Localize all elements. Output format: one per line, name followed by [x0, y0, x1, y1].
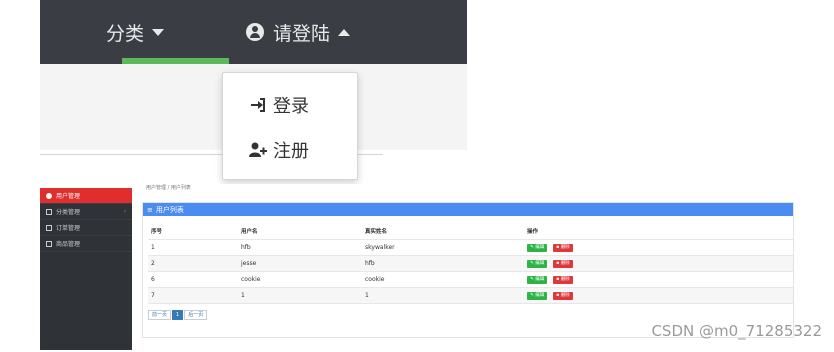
delete-button[interactable]: ▪ 删除	[553, 259, 573, 268]
cell-realname: hfb	[362, 255, 524, 272]
table-row: 6 cookie cookie ✎ 编辑 ▪ 删除	[148, 271, 793, 288]
table-row: 7 1 1 ✎ 编辑 ▪ 删除	[148, 287, 793, 304]
page-number-button[interactable]: 1	[172, 310, 184, 320]
sidebar-item-users[interactable]: 用户管理	[40, 188, 132, 204]
user-plus-icon	[249, 142, 267, 157]
nav-login-menu[interactable]: 请登陆	[246, 0, 351, 64]
panel-title: 用户列表	[155, 205, 184, 214]
caret-down-icon	[152, 28, 165, 36]
cell-actions: ✎ 编辑 ▪ 删除	[524, 287, 793, 304]
top-navbar: 分类 请登陆	[40, 0, 467, 64]
sidebar-item-label: 分类管理	[56, 209, 81, 216]
edit-label: 编辑	[535, 292, 545, 298]
delete-button[interactable]: ▪ 删除	[553, 243, 573, 252]
edit-button[interactable]: ✎ 编辑	[527, 243, 548, 252]
user-circle-icon	[46, 192, 52, 199]
cell-username: hfb	[238, 239, 362, 256]
cell-id: 1	[148, 239, 238, 256]
cell-realname: 1	[362, 287, 524, 304]
edit-button[interactable]: ✎ 编辑	[527, 275, 548, 284]
cell-username: 1	[238, 287, 362, 304]
user-list-panel: ≡ 用户列表 序号 用户名 真实姓名 操作 1 hfb skywalker ✎ …	[142, 202, 794, 338]
user-table: 序号 用户名 真实姓名 操作 1 hfb skywalker ✎ 编辑 ▪ 删除 …	[148, 223, 793, 304]
pagination: 前一页 1 后一页	[148, 310, 208, 320]
delete-label: 删除	[560, 260, 570, 266]
cell-id: 7	[148, 287, 238, 304]
user-circle-icon	[246, 23, 264, 41]
delete-label: 删除	[560, 276, 570, 282]
cell-id: 2	[148, 255, 238, 272]
sidebar-item-categories[interactable]: 分类管理 ‹	[40, 204, 132, 220]
sidebar-item-label: 用户管理	[56, 193, 81, 200]
edit-button[interactable]: ✎ 编辑	[527, 259, 548, 268]
dropdown-login-label: 登录	[273, 96, 309, 117]
cell-actions: ✎ 编辑 ▪ 删除	[524, 271, 793, 288]
table-header-row: 序号 用户名 真实姓名 操作	[148, 223, 793, 240]
edit-label: 编辑	[535, 244, 545, 250]
prev-page-button[interactable]: 前一页	[148, 310, 172, 320]
file-icon	[46, 224, 52, 231]
dropdown-register-item[interactable]: 注册	[249, 137, 309, 163]
sidebar-item-products[interactable]: 商品管理	[40, 236, 132, 252]
cell-actions: ✎ 编辑 ▪ 删除	[524, 239, 793, 256]
delete-label: 删除	[560, 244, 570, 250]
dropdown-register-label: 注册	[273, 141, 309, 162]
cell-id: 6	[148, 271, 238, 288]
cell-realname: skywalker	[362, 239, 524, 256]
column-header: 操作	[524, 223, 793, 240]
sign-in-icon	[251, 98, 265, 112]
watermark: CSDN @m0_71285322	[651, 322, 822, 340]
sidebar-item-orders[interactable]: 订单管理	[40, 220, 132, 236]
list-icon: ≡	[147, 205, 153, 214]
column-header: 真实姓名	[362, 223, 524, 240]
dropdown-login-item[interactable]: 登录	[249, 92, 309, 118]
login-dropdown-menu: 登录 注册	[222, 72, 358, 180]
table-row: 1 hfb skywalker ✎ 编辑 ▪ 删除	[148, 239, 793, 256]
edit-label: 编辑	[535, 276, 545, 282]
admin-sidebar: 用户管理 分类管理 ‹ 订单管理 商品管理	[40, 188, 132, 350]
cell-username: jesse	[238, 255, 362, 272]
chevron-left-icon: ‹	[123, 208, 126, 215]
nav-category-menu[interactable]: 分类	[106, 0, 165, 64]
cell-username: cookie	[238, 271, 362, 288]
next-page-button[interactable]: 后一页	[184, 310, 208, 320]
caret-up-icon	[338, 28, 351, 36]
edit-button[interactable]: ✎ 编辑	[527, 291, 548, 300]
edit-label: 编辑	[535, 260, 545, 266]
column-header: 序号	[148, 223, 238, 240]
cell-realname: cookie	[362, 271, 524, 288]
cell-actions: ✎ 编辑 ▪ 删除	[524, 255, 793, 272]
column-header: 用户名	[238, 223, 362, 240]
delete-label: 删除	[560, 292, 570, 298]
grid-icon	[46, 208, 52, 215]
shop-icon	[46, 240, 52, 247]
delete-button[interactable]: ▪ 删除	[553, 291, 573, 300]
nav-category-label: 分类	[106, 22, 145, 45]
table-row: 2 jesse hfb ✎ 编辑 ▪ 删除	[148, 255, 793, 272]
nav-login-label: 请登陆	[273, 22, 331, 45]
sidebar-item-label: 商品管理	[56, 241, 81, 248]
delete-button[interactable]: ▪ 删除	[553, 275, 573, 284]
panel-heading: ≡ 用户列表	[143, 203, 793, 216]
sidebar-item-label: 订单管理	[56, 225, 81, 232]
breadcrumb: 用户管理 / 用户列表	[146, 185, 191, 191]
